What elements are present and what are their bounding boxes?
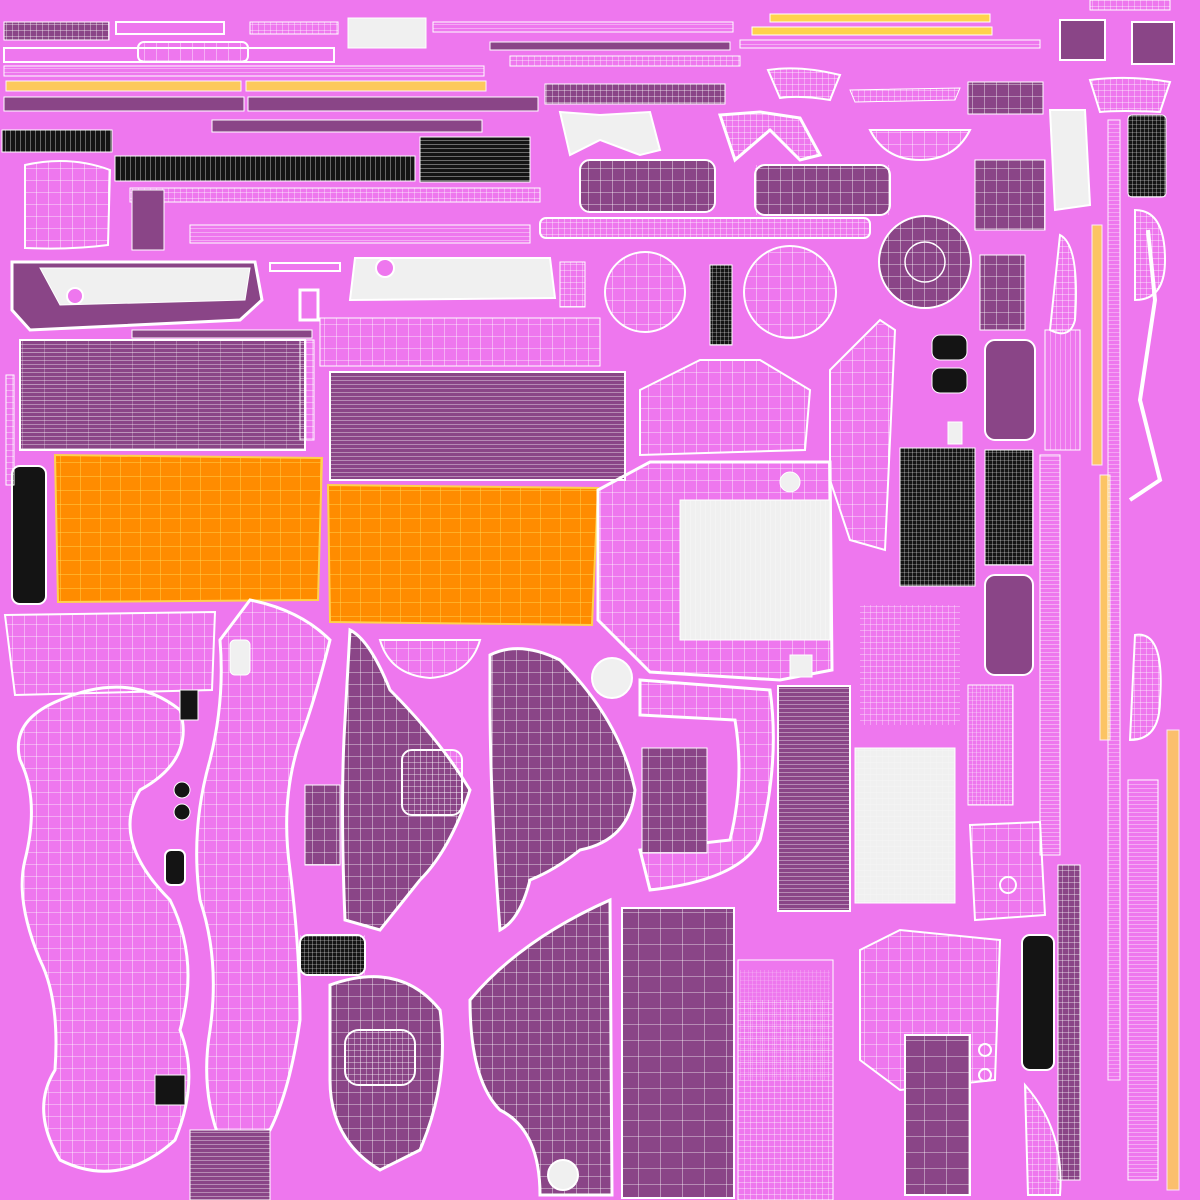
uv-texture-atlas <box>0 0 1200 1200</box>
